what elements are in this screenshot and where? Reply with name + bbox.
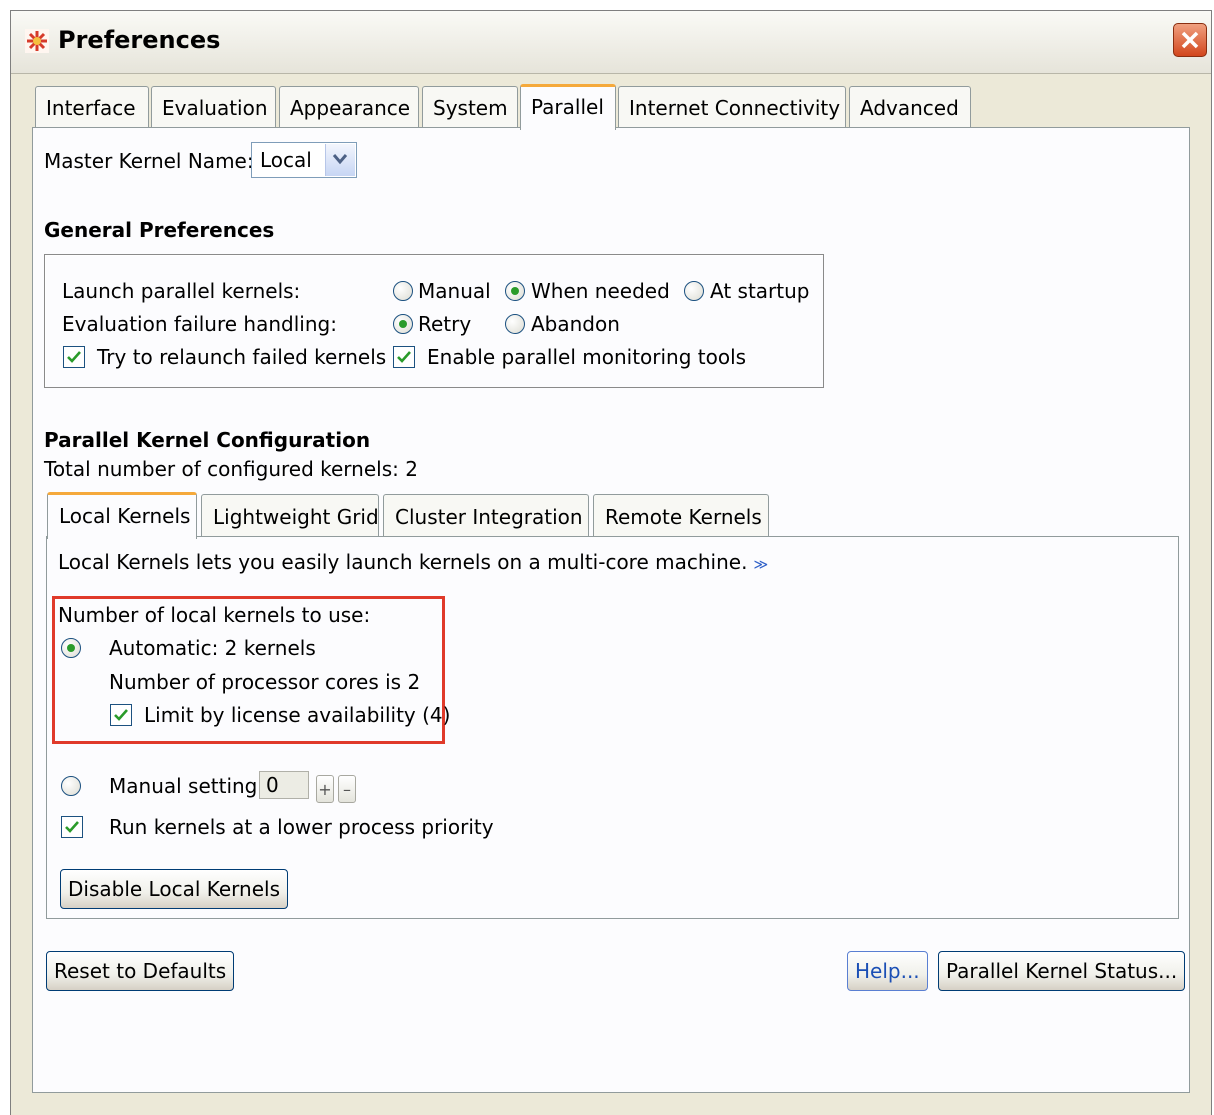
kernel-configuration-heading: Parallel Kernel Configuration [44,428,371,452]
master-kernel-value: Local [260,148,312,172]
master-kernel-label: Master Kernel Name: [44,149,254,173]
launch-when-needed-radio[interactable] [505,281,525,301]
minus-icon: – [343,780,351,799]
local-kernels-description: Local Kernels lets you easily launch ker… [58,550,768,574]
chevron-down-icon [332,154,348,165]
app-star-icon [25,29,49,53]
lower-priority-checkbox[interactable] [61,816,83,838]
tab-system[interactable]: System [422,86,518,128]
increment-button[interactable]: + [316,775,334,803]
checkmark-icon [397,351,411,363]
tab-advanced[interactable]: Advanced [849,86,971,128]
manual-setting-label[interactable]: Manual setting [109,774,257,798]
radio-selected-dot [399,320,407,328]
radio-selected-dot [67,644,75,652]
lower-priority-label[interactable]: Run kernels at a lower process priority [109,815,494,839]
general-preferences-heading: General Preferences [44,218,275,242]
tab-appearance[interactable]: Appearance [279,86,419,128]
manual-setting-radio[interactable] [61,776,81,796]
failure-retry-radio[interactable] [393,314,413,334]
checkmark-icon [67,351,81,363]
launch-at-startup-radio[interactable] [684,281,704,301]
automatic-label[interactable]: Automatic: 2 kernels [109,636,316,660]
processor-cores-label: Number of processor cores is 2 [109,670,421,694]
tab-interface[interactable]: Interface [35,86,149,128]
tab-internet-connectivity[interactable]: Internet Connectivity [618,86,846,128]
launch-when-needed-label[interactable]: When needed [531,279,670,303]
launch-manual-label[interactable]: Manual [418,279,491,303]
close-icon [1181,31,1199,49]
parallel-kernel-status-button[interactable]: Parallel Kernel Status... [938,951,1186,991]
number-of-kernels-label: Number of local kernels to use: [58,603,371,627]
failure-abandon-label[interactable]: Abandon [531,312,620,336]
monitoring-checkbox[interactable] [393,346,415,368]
limit-license-label[interactable]: Limit by license availability (4) [144,703,450,727]
launch-kernels-label: Launch parallel kernels: [62,279,301,303]
checkmark-icon [114,709,128,721]
relaunch-label[interactable]: Try to relaunch failed kernels [97,345,386,369]
close-button[interactable] [1173,23,1207,57]
failure-handling-label: Evaluation failure handling: [62,312,337,336]
launch-manual-radio[interactable] [393,281,413,301]
window-title: Preferences [58,26,221,54]
reset-to-defaults-button[interactable]: Reset to Defaults [46,951,235,991]
subtab-cluster-integration[interactable]: Cluster Integration [383,494,589,538]
manual-setting-input[interactable]: 0 [259,771,309,799]
launch-at-startup-label[interactable]: At startup [710,279,809,303]
failure-retry-label[interactable]: Retry [418,312,471,336]
failure-abandon-radio[interactable] [505,314,525,334]
master-kernel-select[interactable]: Local [251,142,357,178]
manual-setting-value: 0 [266,773,279,797]
subtab-local-kernels[interactable]: Local Kernels [47,492,197,539]
subtab-remote-kernels[interactable]: Remote Kernels [593,494,769,538]
decrement-button[interactable]: – [338,775,356,803]
radio-selected-dot [511,287,519,295]
description-text: Local Kernels lets you easily launch ker… [58,550,748,574]
more-info-icon[interactable]: ≫ [753,557,768,573]
subtab-lightweight-grid[interactable]: Lightweight Grid [201,494,379,538]
configured-kernels-count: Total number of configured kernels: 2 [44,457,418,481]
tab-parallel[interactable]: Parallel [520,84,616,130]
disable-local-kernels-button[interactable]: Disable Local Kernels [60,869,288,909]
preferences-window: Preferences Interface Evaluation Appeara… [10,10,1212,1115]
monitoring-label[interactable]: Enable parallel monitoring tools [427,345,746,369]
relaunch-checkbox[interactable] [63,346,85,368]
plus-icon: + [318,780,332,799]
automatic-radio[interactable] [61,638,81,658]
dropdown-button[interactable] [325,144,355,176]
title-bar[interactable]: Preferences [11,11,1211,74]
tab-evaluation[interactable]: Evaluation [151,86,276,128]
checkmark-icon [65,821,79,833]
limit-license-checkbox[interactable] [110,704,132,726]
help-button[interactable]: Help... [847,951,928,991]
